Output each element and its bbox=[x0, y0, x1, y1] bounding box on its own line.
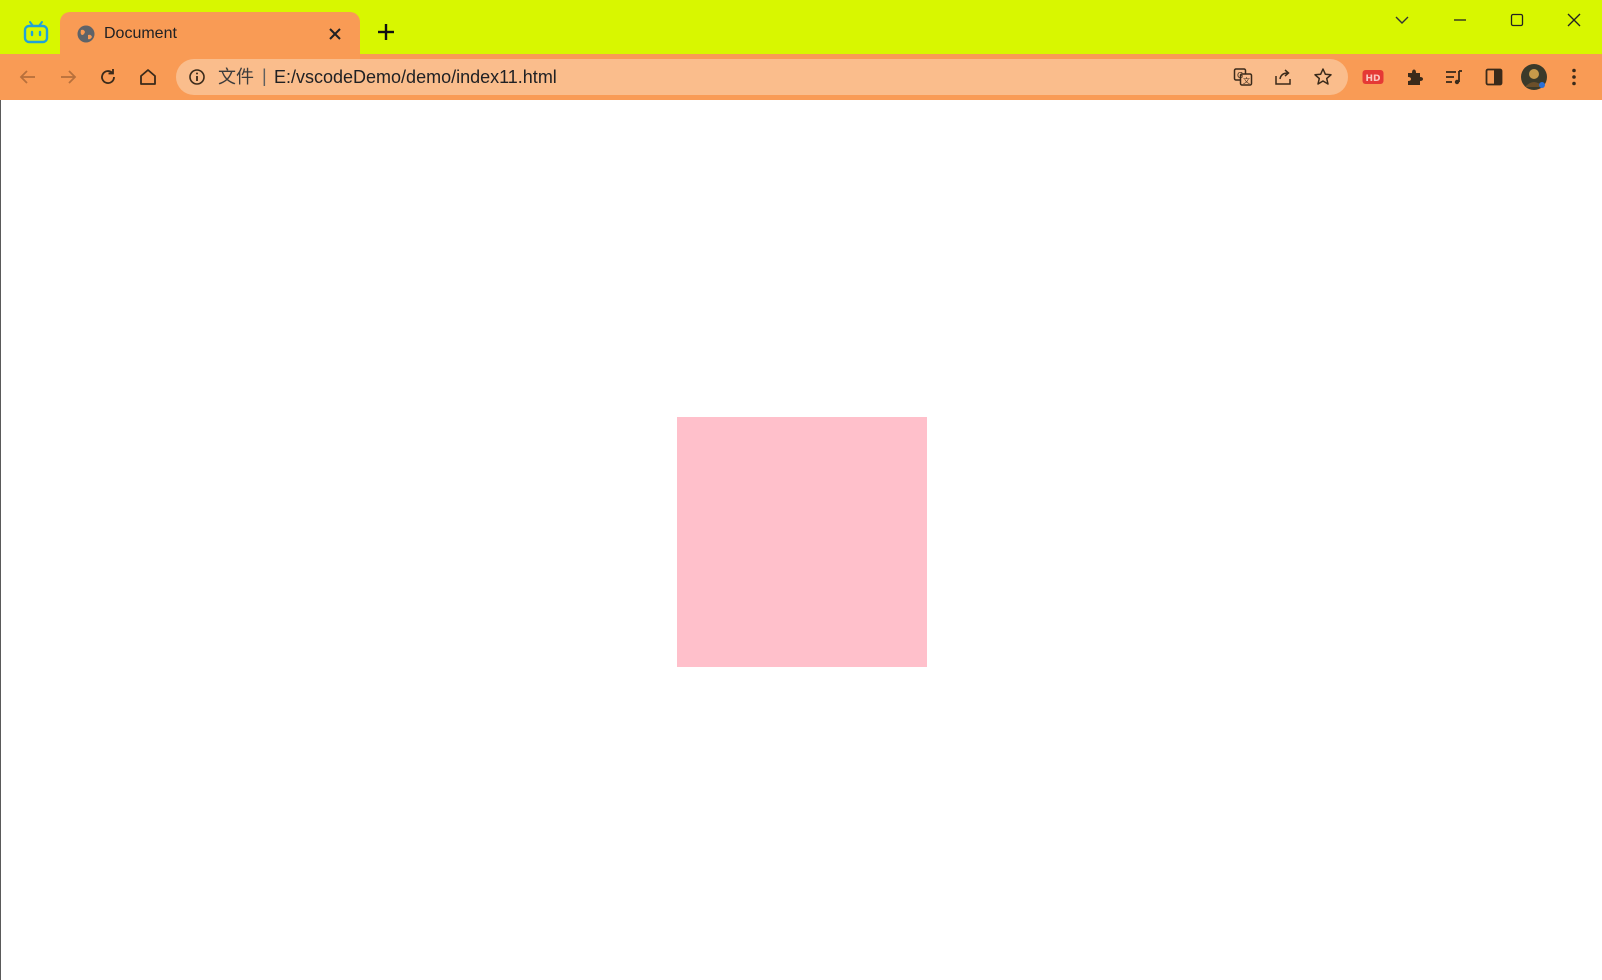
reload-icon[interactable] bbox=[94, 63, 122, 91]
tab-title: Document bbox=[104, 25, 177, 42]
reading-list-icon[interactable] bbox=[1440, 63, 1468, 91]
address-bar[interactable]: 文件 | E:/vscodeDemo/demo/index11.html G 文 bbox=[176, 59, 1348, 95]
info-icon[interactable] bbox=[188, 68, 206, 86]
close-window-icon[interactable] bbox=[1554, 6, 1594, 34]
tab-document[interactable]: Document bbox=[60, 12, 360, 54]
svg-text:文: 文 bbox=[1243, 76, 1250, 85]
browser-window: Document 文件 | E:/vscodeDemo/demo/index11… bbox=[0, 0, 1602, 980]
home-icon[interactable] bbox=[134, 63, 162, 91]
forward-arrow-icon[interactable] bbox=[54, 63, 82, 91]
minimize-icon[interactable] bbox=[1440, 6, 1480, 34]
back-arrow-icon[interactable] bbox=[14, 63, 42, 91]
more-vertical-icon[interactable] bbox=[1560, 63, 1588, 91]
browser-toolbar: 文件 | E:/vscodeDemo/demo/index11.html G 文 bbox=[0, 54, 1602, 100]
pink-box bbox=[677, 417, 927, 667]
hd-extension-icon[interactable]: HD bbox=[1359, 63, 1387, 91]
tab-strip: Document bbox=[0, 0, 1602, 54]
maximize-icon[interactable] bbox=[1497, 6, 1537, 34]
avatar-icon[interactable] bbox=[1520, 63, 1548, 91]
bilibili-tv-icon[interactable] bbox=[22, 20, 50, 46]
address-url[interactable]: E:/vscodeDemo/demo/index11.html bbox=[274, 67, 557, 87]
close-icon[interactable] bbox=[326, 25, 344, 43]
address-separator: | bbox=[262, 66, 267, 86]
page-viewport bbox=[0, 100, 1602, 980]
share-icon[interactable] bbox=[1272, 66, 1294, 88]
plus-icon[interactable] bbox=[374, 20, 398, 44]
address-scheme-label: 文件 bbox=[218, 67, 254, 87]
side-panel-icon[interactable] bbox=[1480, 63, 1508, 91]
puzzle-icon[interactable] bbox=[1400, 63, 1428, 91]
star-icon[interactable] bbox=[1312, 66, 1334, 88]
window-border bbox=[0, 100, 1, 980]
hd-badge-text: HD bbox=[1365, 74, 1380, 84]
chevron-down-icon[interactable] bbox=[1382, 6, 1422, 34]
globe-icon bbox=[76, 24, 96, 44]
translate-icon[interactable]: G 文 bbox=[1232, 66, 1254, 88]
